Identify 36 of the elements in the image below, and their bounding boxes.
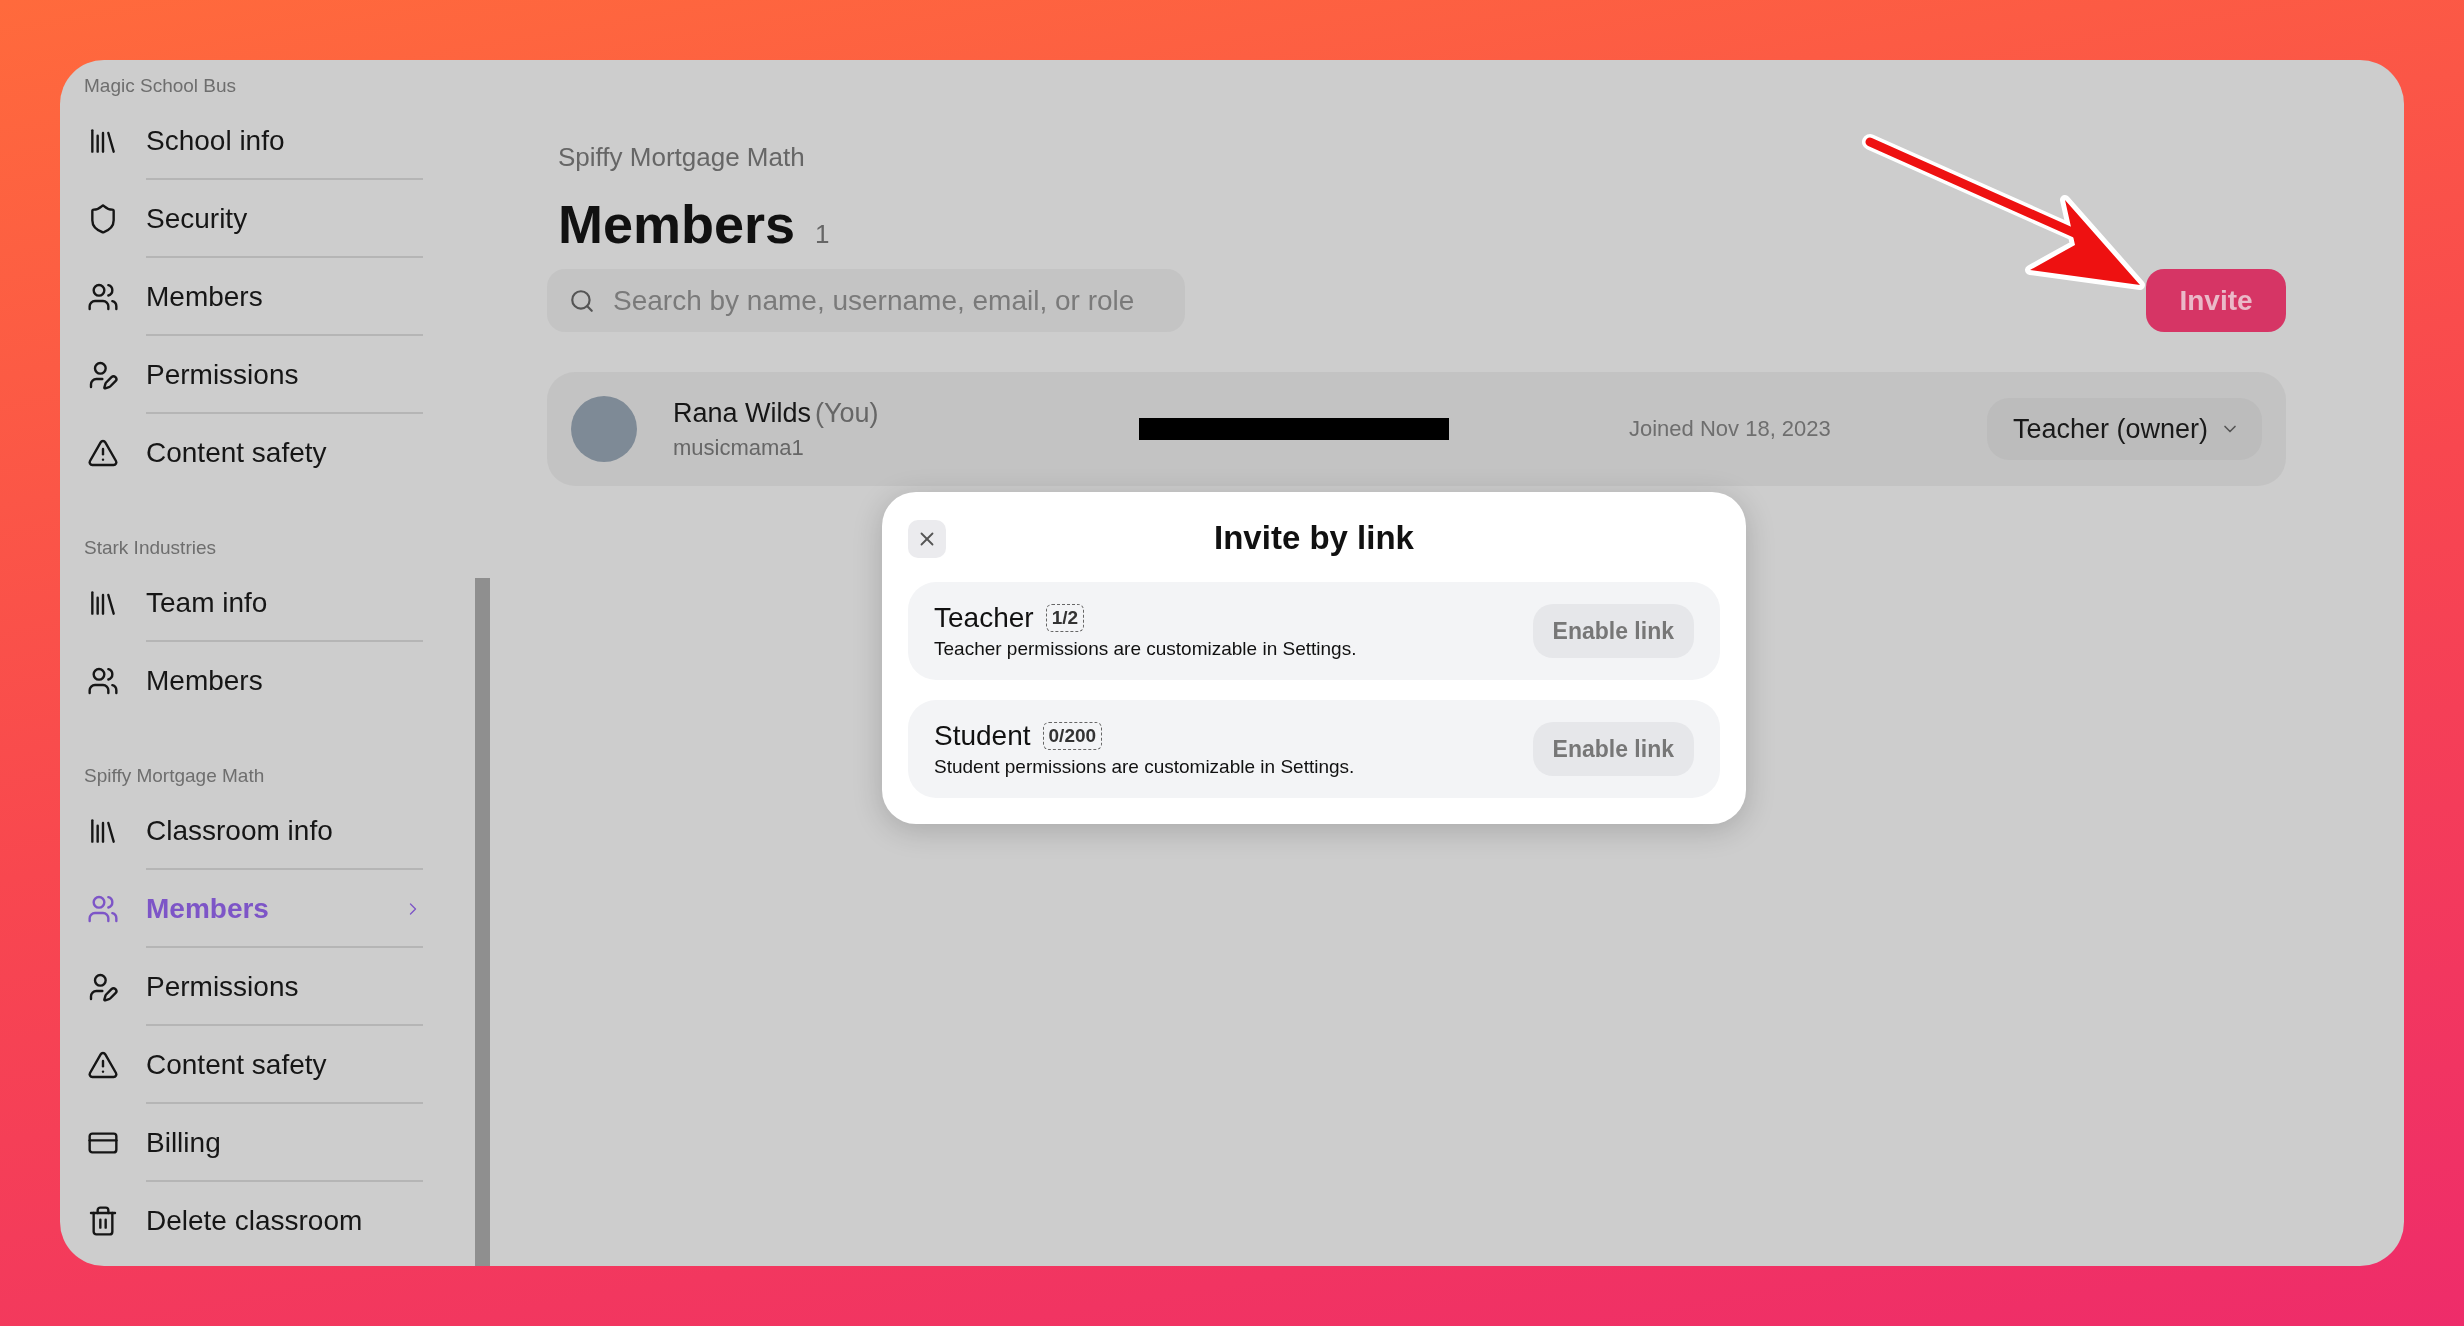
seat-count: 0/200: [1042, 722, 1103, 750]
close-button[interactable]: [908, 520, 946, 558]
sidebar-group-label: Stark Industries: [84, 536, 217, 560]
sidebar-item[interactable]: Content safety: [84, 1026, 424, 1104]
scrollbar[interactable]: [475, 578, 490, 1266]
breadcrumb: Spiffy Mortgage Math: [558, 142, 806, 173]
joined-date: Joined Nov 18, 2023: [1629, 416, 1832, 442]
sidebar-item[interactable]: Members: [84, 258, 424, 336]
sidebar-item[interactable]: Billing: [84, 1104, 424, 1182]
enable-link-button[interactable]: Enable link: [1532, 722, 1694, 776]
member-username: musicmama1: [673, 434, 805, 461]
page-title: Members: [558, 193, 796, 255]
enable-link-button[interactable]: Enable link: [1532, 604, 1694, 658]
role-description: Teacher permissions are customizable in Settings.: [934, 638, 1357, 660]
search-field[interactable]: Search by name, username, email, or role: [547, 269, 1185, 332]
role-title: Student: [934, 720, 1031, 752]
role-description: Student permissions are customizable in Settings.: [934, 756, 1355, 778]
sidebar-group-label: Spiffy Mortgage Math: [84, 764, 266, 788]
member-count: 1: [815, 219, 830, 250]
dialog-title: Invite by link: [1214, 519, 1414, 557]
role-dropdown[interactable]: Teacher (owner): [1986, 398, 2262, 460]
sidebar-group-label: Magic School Bus: [84, 74, 238, 98]
sidebar-item[interactable]: Content safety: [84, 414, 424, 492]
sidebar-item[interactable]: School info: [84, 102, 424, 180]
sidebar-item[interactable]: Classroom info: [84, 792, 424, 870]
search-icon: [569, 287, 595, 314]
sidebar-item[interactable]: Members: [84, 642, 424, 720]
sidebar-item[interactable]: Team info: [84, 564, 424, 642]
sidebar-item[interactable]: Permissions: [84, 336, 424, 414]
role-title: Teacher: [934, 602, 1034, 634]
you-label: (You): [815, 397, 879, 429]
seat-count: 1/2: [1045, 604, 1085, 632]
sidebar-item[interactable]: Security: [84, 180, 424, 258]
sidebar-item[interactable]: Delete classroom: [84, 1182, 424, 1260]
member-name: Rana Wilds: [673, 397, 812, 429]
sidebar-item[interactable]: Permissions: [84, 948, 424, 1026]
